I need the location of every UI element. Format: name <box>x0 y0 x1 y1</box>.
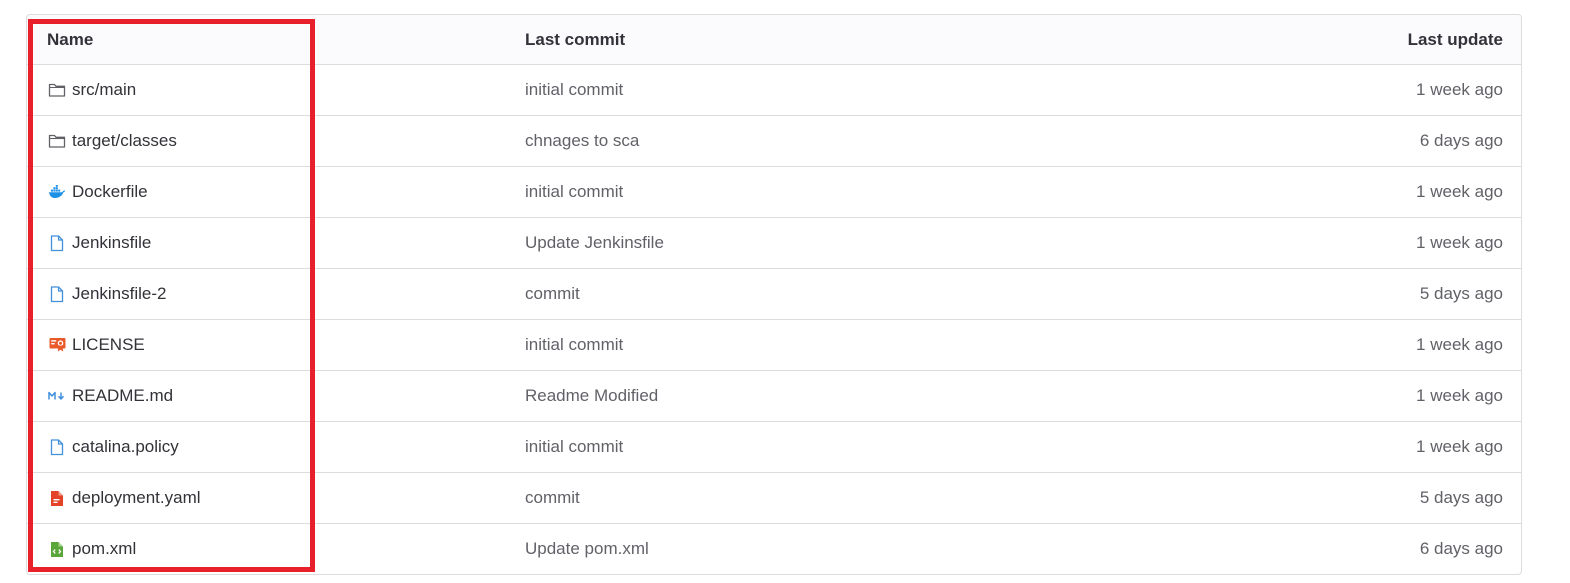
file-icon <box>47 284 67 304</box>
file-name-link[interactable]: Dockerfile <box>72 182 148 202</box>
repository-file-tree: Name Last commit Last update src/main in… <box>0 0 1570 583</box>
table-row[interactable]: src/main initial commit 1 week ago <box>27 65 1521 116</box>
commit-message-link[interactable]: commit <box>525 284 580 303</box>
header-name: Name <box>47 29 94 49</box>
commit-message-link[interactable]: Update Jenkinsfile <box>525 233 664 252</box>
table-row[interactable]: README.md Readme Modified 1 week ago <box>27 371 1521 422</box>
license-icon <box>47 335 67 355</box>
commit-message-link[interactable]: Update pom.xml <box>525 539 649 558</box>
file-icon <box>47 437 67 457</box>
table-row[interactable]: deployment.yaml commit 5 days ago <box>27 473 1521 524</box>
table-row[interactable]: catalina.policy initial commit 1 week ag… <box>27 422 1521 473</box>
commit-message-link[interactable]: Readme Modified <box>525 386 658 405</box>
markdown-icon <box>47 386 67 406</box>
yaml-icon <box>47 488 67 508</box>
file-name-link[interactable]: deployment.yaml <box>72 488 201 508</box>
last-update-time: 5 days ago <box>1419 488 1503 507</box>
commit-message-link[interactable]: initial commit <box>525 335 623 354</box>
commit-message-link[interactable]: initial commit <box>525 437 623 456</box>
table-header: Name Last commit Last update <box>27 15 1521 65</box>
last-update-time: 1 week ago <box>1416 80 1503 99</box>
file-name-link[interactable]: target/classes <box>72 131 177 151</box>
folder-icon <box>47 80 67 100</box>
table-row[interactable]: Jenkinsfile Update Jenkinsfile 1 week ag… <box>27 218 1521 269</box>
header-last-update: Last update <box>1407 29 1503 49</box>
file-name-link[interactable]: LICENSE <box>72 335 145 355</box>
last-update-time: 1 week ago <box>1416 386 1503 405</box>
last-update-time: 1 week ago <box>1416 335 1503 354</box>
last-update-time: 1 week ago <box>1416 437 1503 456</box>
file-name-link[interactable]: pom.xml <box>72 539 136 559</box>
last-update-time: 1 week ago <box>1416 233 1503 252</box>
docker-icon <box>47 182 67 202</box>
table-row[interactable]: pom.xml Update pom.xml 6 days ago <box>27 524 1521 574</box>
xml-icon <box>47 539 67 559</box>
commit-message-link[interactable]: initial commit <box>525 182 623 201</box>
file-name-link[interactable]: README.md <box>72 386 173 406</box>
table-row[interactable]: Jenkinsfile-2 commit 5 days ago <box>27 269 1521 320</box>
file-name-link[interactable]: src/main <box>72 80 136 100</box>
table-row[interactable]: target/classes chnages to sca 6 days ago <box>27 116 1521 167</box>
commit-message-link[interactable]: initial commit <box>525 80 623 99</box>
table-row[interactable]: LICENSE initial commit 1 week ago <box>27 320 1521 371</box>
last-update-time: 5 days ago <box>1419 284 1503 303</box>
file-name-link[interactable]: catalina.policy <box>72 437 179 457</box>
last-update-time: 6 days ago <box>1419 539 1503 558</box>
header-last-commit: Last commit <box>525 29 626 49</box>
folder-icon <box>47 131 67 151</box>
file-name-link[interactable]: Jenkinsfile <box>72 233 151 253</box>
commit-message-link[interactable]: commit <box>525 488 580 507</box>
file-table: Name Last commit Last update src/main in… <box>26 14 1522 575</box>
commit-message-link[interactable]: chnages to sca <box>525 131 639 150</box>
file-name-link[interactable]: Jenkinsfile-2 <box>72 284 167 304</box>
file-icon <box>47 233 67 253</box>
last-update-time: 1 week ago <box>1416 182 1503 201</box>
table-row[interactable]: Dockerfile initial commit 1 week ago <box>27 167 1521 218</box>
last-update-time: 6 days ago <box>1419 131 1503 150</box>
